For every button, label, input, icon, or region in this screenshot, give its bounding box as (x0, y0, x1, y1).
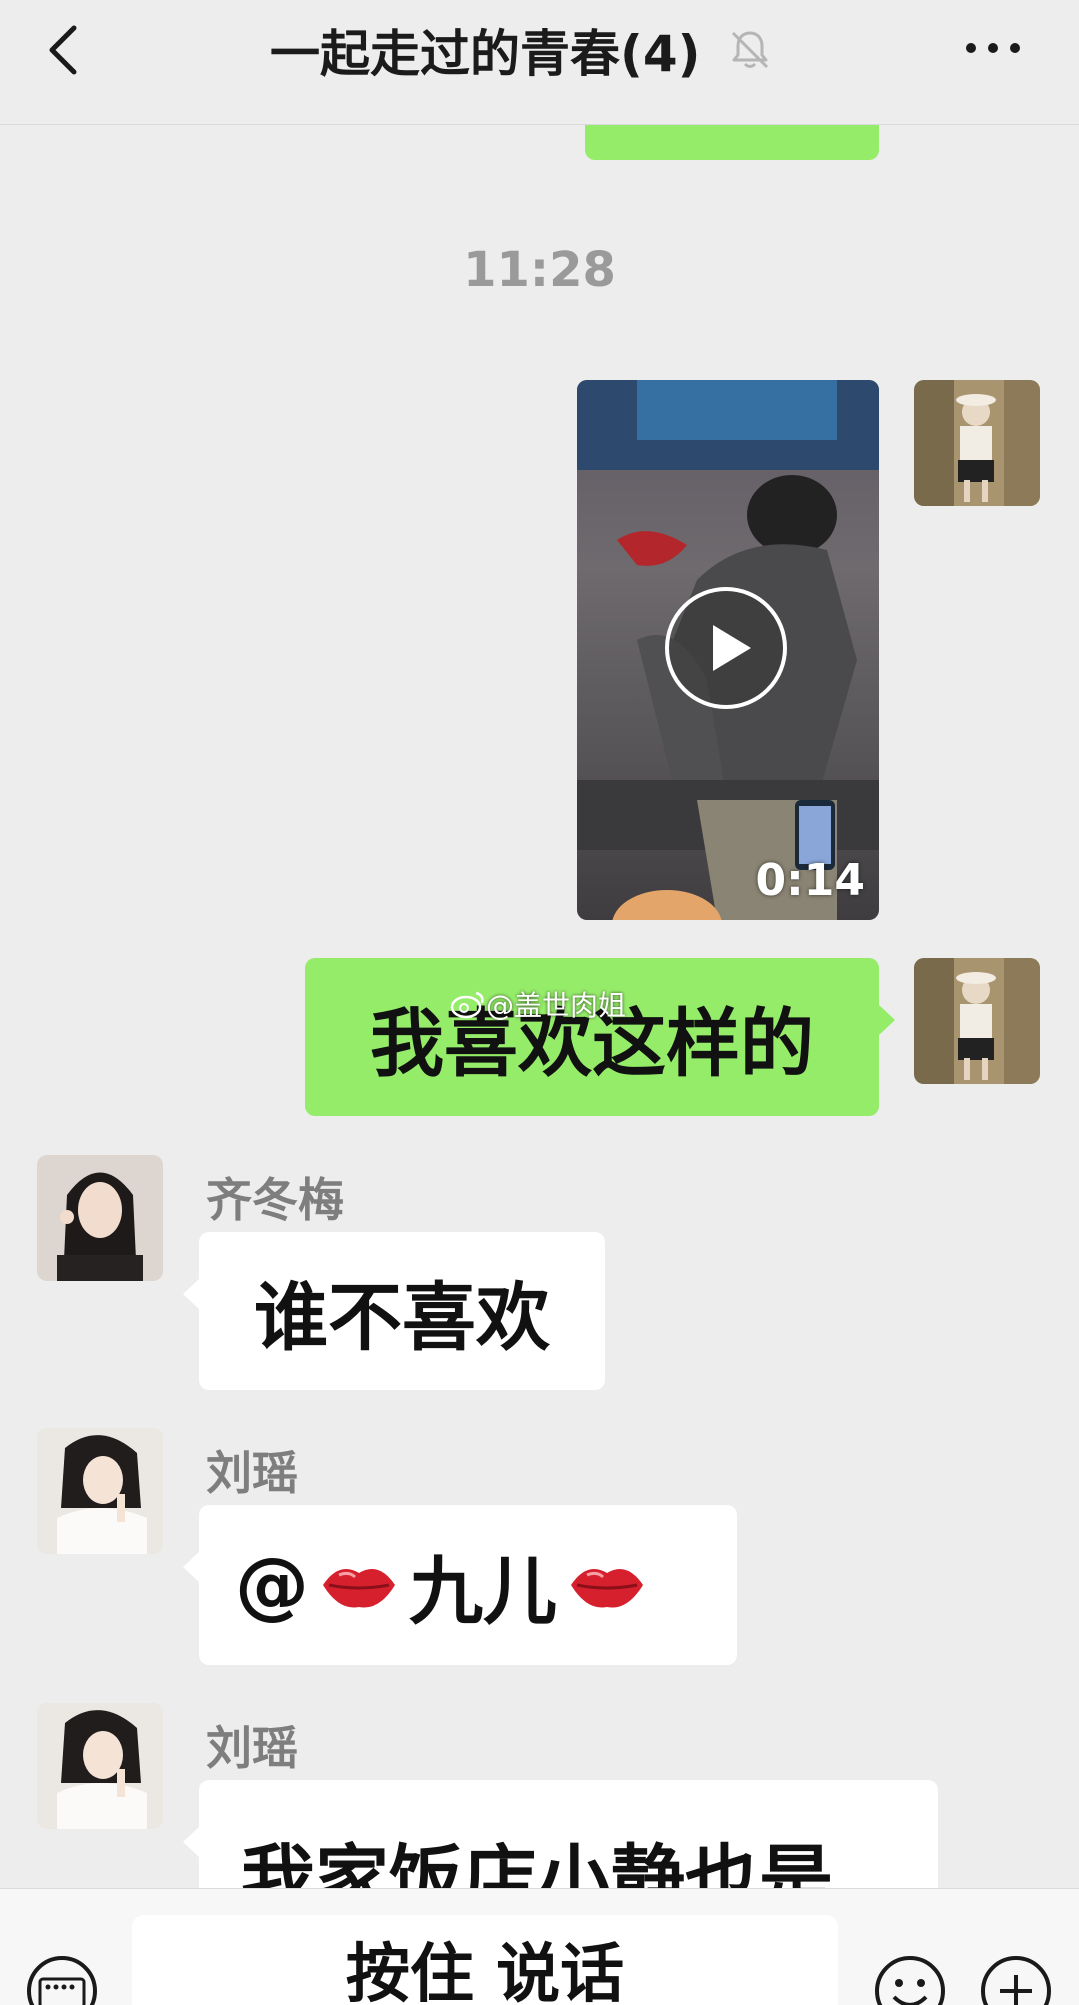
avatar-photo-icon (37, 1155, 163, 1281)
member-message-bubble[interactable]: @ 九儿 (183, 1505, 737, 1665)
bubble-tail (183, 1551, 200, 1583)
my-message-bubble[interactable]: 我喜欢这样的 (305, 958, 895, 1116)
message-timestamp: 11:28 (463, 242, 616, 298)
member-message-bubble[interactable]: 谁不喜欢 (183, 1232, 605, 1390)
mention-at: @ (235, 1542, 309, 1628)
emoji-icon[interactable] (874, 1955, 946, 2005)
chat-title: 一起走过的青春(4) (270, 25, 701, 83)
avatar-photo-icon (914, 380, 1040, 506)
ellipsis-icon[interactable] (963, 40, 1023, 56)
keyboard-icon[interactable] (26, 1955, 98, 2005)
avatar-photo-icon (914, 958, 1040, 1084)
chevron-left-icon[interactable] (44, 18, 94, 82)
bell-slash-icon (731, 31, 768, 69)
video-duration: 0:14 (755, 855, 865, 906)
bubble-tail (183, 1278, 200, 1310)
my-avatar[interactable] (914, 958, 1040, 1084)
watermark-text: @盖世肉姐 (486, 989, 627, 1022)
chat-screen: 一起走过的青春(4) 11:28 0:14 我喜欢这样的 @盖世肉姐 齐冬梅 谁… (0, 0, 1079, 2005)
kiss-mark-icon (323, 1569, 395, 1608)
weibo-icon (450, 991, 484, 1019)
sender-name: 齐冬梅 (206, 1173, 344, 1227)
bubble-tail (183, 1826, 200, 1858)
title-area: 一起走过的青春(4) (270, 18, 773, 83)
sender-name: 刘瑶 (206, 1446, 298, 1500)
chat-header: 一起走过的青春(4) (0, 0, 1079, 125)
message-text: 谁不喜欢 (254, 1274, 550, 1361)
input-bar: 按住 说话 (0, 1888, 1079, 2005)
member-avatar[interactable] (37, 1428, 163, 1554)
sender-name: 刘瑶 (206, 1721, 298, 1775)
member-avatar[interactable] (37, 1703, 163, 1829)
kiss-mark-icon (571, 1569, 643, 1608)
member-avatar[interactable] (37, 1155, 163, 1281)
avatar-photo-icon (37, 1428, 163, 1554)
watermark: @盖世肉姐 (450, 984, 626, 1024)
my-avatar[interactable] (914, 380, 1040, 506)
plus-icon[interactable] (980, 1955, 1052, 2005)
video-message[interactable]: 0:14 (577, 380, 879, 920)
hold-to-talk-button[interactable]: 按住 说话 (132, 1915, 838, 2005)
mention-name: 九儿 (409, 1548, 557, 1635)
avatar-photo-icon (37, 1703, 163, 1829)
bubble-tail (878, 1004, 895, 1036)
play-icon[interactable] (663, 585, 789, 711)
